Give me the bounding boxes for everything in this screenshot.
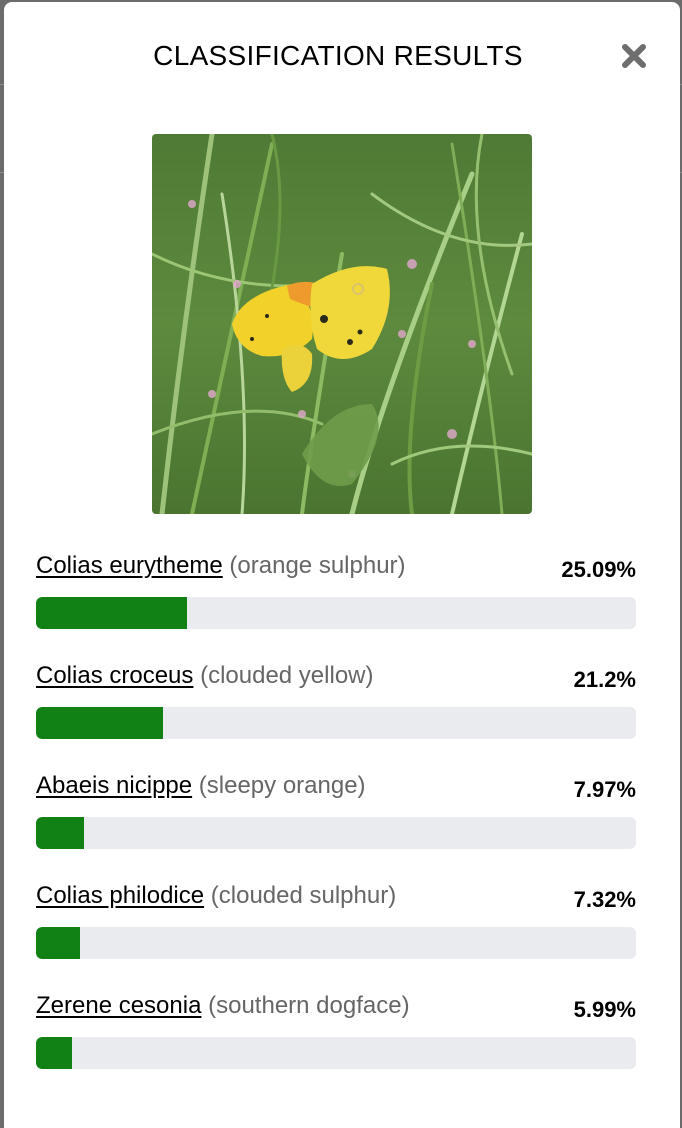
- classification-results-modal: CLASSIFICATION RESULTS Colias eurytheme …: [4, 2, 680, 1128]
- confidence-bar-track: [36, 1037, 636, 1069]
- result-row: Zerene cesonia (southern dogface) 5.99%: [36, 991, 636, 1071]
- species-name: Abaeis nicippe (sleepy orange): [36, 771, 366, 801]
- close-button[interactable]: [616, 38, 652, 74]
- butterfly-image: [152, 134, 532, 514]
- confidence-bar-fill: [36, 1037, 72, 1069]
- modal-title: CLASSIFICATION RESULTS: [153, 40, 523, 71]
- species-name: Colias philodice (clouded sulphur): [36, 881, 396, 911]
- scientific-name-link[interactable]: Colias eurytheme: [36, 552, 223, 579]
- confidence-bar-track: [36, 597, 636, 629]
- common-name: (clouded sulphur): [210, 882, 397, 909]
- confidence-percent: 25.09%: [561, 557, 636, 582]
- confidence-bar-track: [36, 707, 636, 739]
- species-name: Colias croceus (clouded yellow): [36, 661, 374, 691]
- result-row: Abaeis nicippe (sleepy orange) 7.97%: [36, 771, 636, 851]
- confidence-percent: 21.2%: [573, 667, 636, 692]
- close-icon: [622, 44, 646, 68]
- confidence-percent: 7.32%: [573, 887, 636, 912]
- scientific-name-link[interactable]: Zerene cesonia: [36, 992, 201, 1019]
- confidence-bar-track: [36, 817, 636, 849]
- confidence-bar-fill: [36, 597, 187, 629]
- common-name: (sleepy orange): [198, 772, 366, 799]
- butterfly-photo: [152, 134, 532, 514]
- confidence-bar-fill: [36, 707, 164, 739]
- species-name: Colias eurytheme (orange sulphur): [36, 551, 406, 581]
- common-name: (orange sulphur): [229, 552, 406, 579]
- scientific-name-link[interactable]: Colias croceus: [36, 662, 193, 689]
- confidence-bar-fill: [36, 817, 84, 849]
- scientific-name-link[interactable]: Colias philodice: [36, 882, 204, 909]
- scientific-name-link[interactable]: Abaeis nicippe: [36, 772, 192, 799]
- common-name: (clouded yellow): [200, 662, 374, 689]
- common-name: (southern dogface): [208, 992, 410, 1019]
- result-row: Colias croceus (clouded yellow) 21.2%: [36, 661, 636, 741]
- confidence-percent: 5.99%: [573, 997, 636, 1022]
- confidence-bar-fill: [36, 927, 80, 959]
- confidence-bar-track: [36, 927, 636, 959]
- result-row: Colias philodice (clouded sulphur) 7.32%: [36, 881, 636, 961]
- result-row: Colias eurytheme (orange sulphur) 25.09%: [36, 551, 636, 631]
- confidence-percent: 7.97%: [573, 777, 636, 802]
- species-name: Zerene cesonia (southern dogface): [36, 991, 410, 1021]
